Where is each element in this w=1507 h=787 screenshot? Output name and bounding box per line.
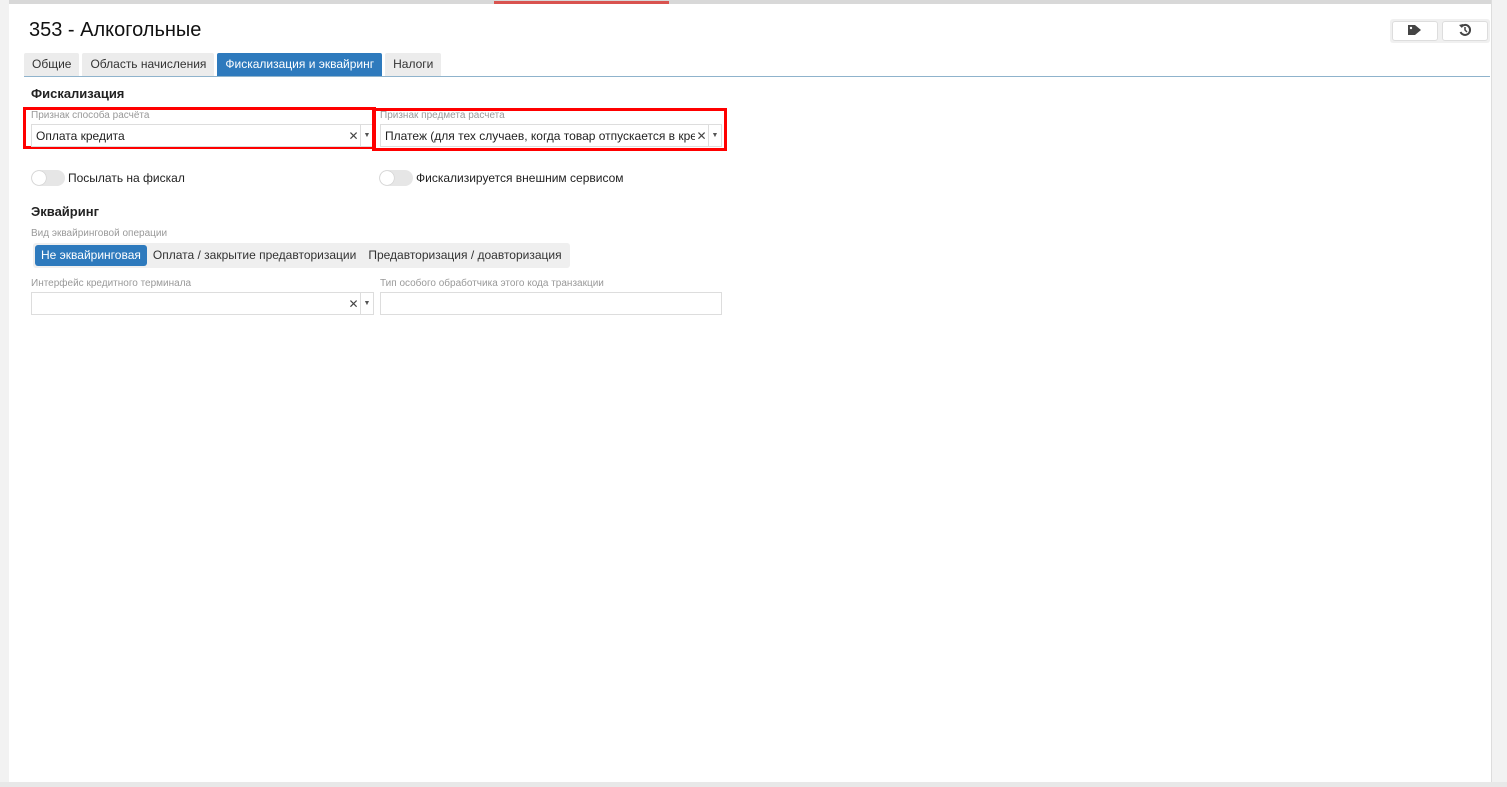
external-service-label: Фискализируется внешним сервисом [416,171,624,185]
op-type-label: Вид эквайринговой операции [31,228,168,239]
send-to-fiscal-label: Посылать на фискал [68,171,185,185]
tab-accrual-area[interactable]: Область начисления [82,53,215,76]
top-bar [0,0,1507,4]
op-type-preauth[interactable]: Предавторизация / доавторизация [362,245,567,266]
tab-fiscal-acquiring[interactable]: Фискализация и эквайринг [217,53,383,76]
payment-subject-value: Платеж (для тех случаев, когда товар отп… [385,128,695,143]
terminal-select[interactable]: ✕ ▼ [31,292,374,315]
bottom-strip [0,782,1507,787]
payment-subject-label: Признак предмета расчета [380,110,505,121]
external-service-toggle[interactable] [379,170,413,186]
payment-subject-select[interactable]: Платеж (для тех случаев, когда товар отп… [380,124,722,147]
clear-icon[interactable]: ✕ [347,297,360,311]
active-tab-indicator [494,1,669,4]
tab-bar: Общие Область начисления Фискализация и … [24,53,442,76]
scrollbar[interactable] [1491,0,1507,787]
handler-input[interactable] [380,292,722,315]
op-type-segmented: Не эквайринговая Оплата / закрытие преда… [33,243,570,268]
payment-method-select[interactable]: Оплата кредита ✕ ▼ [31,124,374,147]
send-to-fiscal-toggle[interactable] [31,170,65,186]
tab-general[interactable]: Общие [24,53,80,76]
tag-icon [1407,24,1423,39]
clear-icon[interactable]: ✕ [347,129,360,143]
page-title: 353 - Алкогольные [29,19,202,41]
terminal-label: Интерфейс кредитного терминала [31,278,192,289]
chevron-down-icon[interactable]: ▼ [360,293,373,314]
chevron-down-icon[interactable]: ▼ [708,125,721,146]
left-strip [0,0,9,787]
clear-icon[interactable]: ✕ [695,129,708,143]
handler-label: Тип особого обработчика этого кода транз… [380,278,604,289]
header-toolbar [1390,19,1490,43]
fiscal-heading: Фискализация [31,86,125,101]
history-button[interactable] [1442,21,1488,41]
op-type-non-acquiring[interactable]: Не эквайринговая [35,245,147,266]
external-service-toggle-row: Фискализируется внешним сервисом [379,170,624,186]
acquiring-heading: Эквайринг [31,204,99,219]
history-icon [1458,23,1472,40]
send-to-fiscal-toggle-row: Посылать на фискал [31,170,185,186]
tab-taxes[interactable]: Налоги [385,53,442,76]
payment-method-label: Признак способа расчёта [31,110,150,121]
tags-button[interactable] [1392,21,1438,41]
payment-method-value: Оплата кредита [36,128,125,143]
op-type-payment-close-preauth[interactable]: Оплата / закрытие предавторизации [147,245,362,266]
tab-divider [24,76,1490,77]
